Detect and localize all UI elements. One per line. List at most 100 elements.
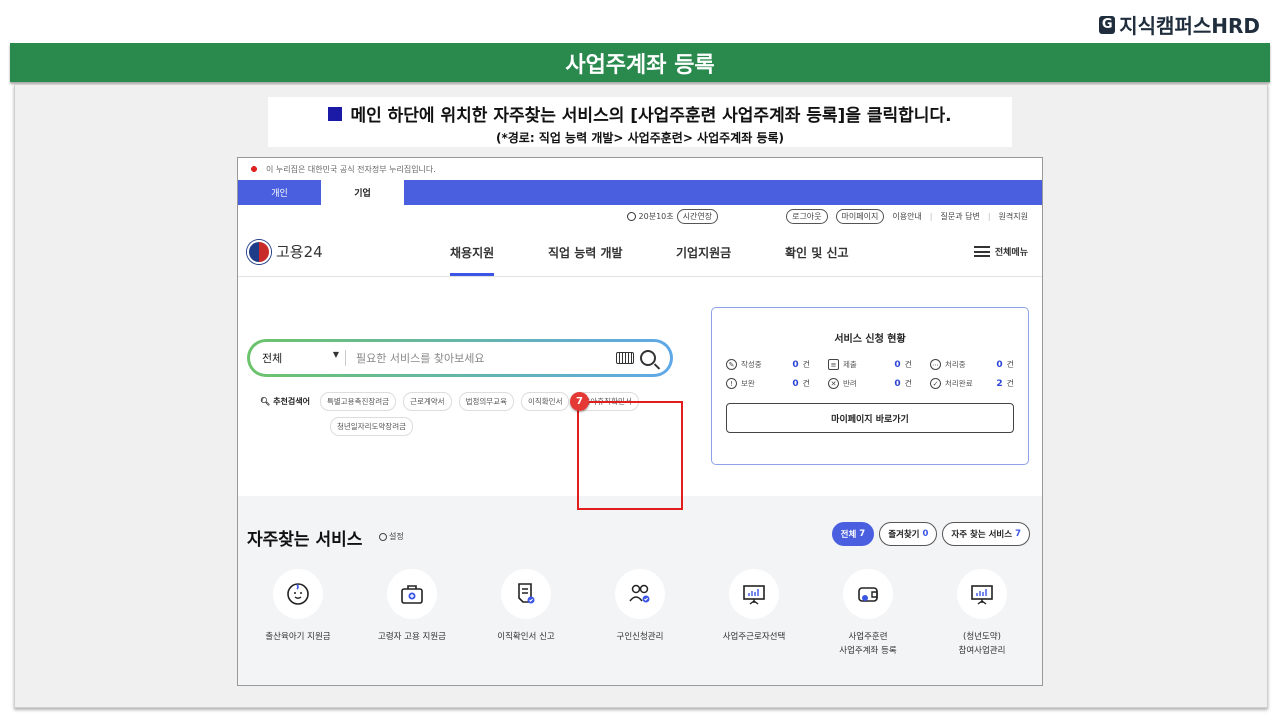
status-label: 처리중	[945, 360, 966, 369]
service-icon-wrap	[729, 569, 779, 619]
service-item-senior-employment[interactable]: 고령자 고용 지원금	[362, 569, 462, 645]
exclaim-icon: !	[726, 378, 737, 389]
status-label: 보완	[741, 379, 755, 388]
status-writing[interactable]: ✎ 작성중 0 건	[726, 359, 810, 370]
service-icon-wrap	[957, 569, 1007, 619]
caret-down-icon: ▼	[332, 350, 339, 359]
favorites-setting-button[interactable]: 설정	[379, 531, 404, 542]
service-icon-wrap	[843, 569, 893, 619]
all-menu-button[interactable]: 전체메뉴	[973, 245, 1028, 258]
filter-frequent-button[interactable]: 자주 찾는 서비스 7	[942, 522, 1030, 546]
step-number-badge: 7	[570, 392, 589, 411]
website-screenshot: 이 누리집은 대한민국 공식 전자정부 누리집입니다. 개인 기업 20분10초…	[237, 157, 1043, 686]
baby-icon	[287, 583, 309, 605]
filter-all-button[interactable]: 전체 7	[831, 522, 875, 546]
service-status-card: 서비스 신청 현황 ✎ 작성중 0 건 ≡ 제출 0 건 ⋯ 처리중 0 건 !	[711, 307, 1029, 465]
status-completed[interactable]: ✓ 처리완료 2 건	[930, 378, 1014, 389]
main-navigation: 고용24 채용지원 직업 능력 개발 기업지원금 확인 및 신고 전체메뉴	[238, 227, 1042, 277]
status-label: 처리완료	[945, 379, 973, 388]
service-item-childcare-subsidy[interactable]: 출산육아기 지원금	[248, 569, 348, 645]
favorites-title: 자주찾는 서비스	[247, 530, 363, 550]
service-item-employer-account-register[interactable]: 사업주훈련 사업주계좌 등록	[818, 569, 918, 658]
nav-item-subsidy[interactable]: 기업지원금	[676, 244, 731, 261]
tab-personal[interactable]: 개인	[238, 180, 321, 205]
filter-count: 7	[1015, 529, 1021, 539]
mypage-shortcut-button[interactable]: 마이페이지 바로가기	[726, 403, 1014, 433]
service-label: 출산육아기 지원금	[265, 632, 331, 642]
guide-link[interactable]: 이용안내	[892, 211, 921, 222]
filter-label: 자주 찾는 서비스	[951, 530, 1013, 540]
instruction-main: 메인 하단에 위치한 자주찾는 서비스의 [사업주훈련 사업주계좌 등록]을 클…	[268, 101, 1012, 126]
nav-item-report[interactable]: 확인 및 신고	[785, 244, 849, 261]
keyword-chip[interactable]: 청년일자리도약장려금	[330, 417, 413, 436]
utility-bar: 20분10초 시간연장 로그아웃 마이페이지 이용안내 | 질문과 답변 | 원…	[238, 205, 1042, 227]
presentation-chart-icon	[743, 585, 765, 605]
brand-mark-icon: G	[1099, 15, 1116, 34]
service-label: 사업주근로자선택	[722, 632, 786, 642]
extend-session-button[interactable]: 시간연장	[676, 208, 719, 224]
search-icon[interactable]	[640, 350, 656, 366]
search-bar: 전체 ▼ 필요한 서비스를 찾아보세요	[247, 339, 673, 377]
brand-logo: G 지식캠퍼스HRD	[1099, 10, 1260, 39]
presentation-chart-icon	[971, 585, 993, 605]
session-time: 20분10초	[638, 211, 674, 221]
service-icon-wrap	[501, 569, 551, 619]
status-supplement[interactable]: ! 보완 0 건	[726, 378, 810, 389]
status-label: 작성중	[741, 360, 762, 369]
taegeuk-logo-icon	[247, 239, 271, 264]
brand-name: 지식캠퍼스HRD	[1119, 14, 1260, 38]
service-label-line1: 사업주훈련	[848, 632, 888, 642]
recommend-label-text: 추천검색어	[273, 397, 310, 406]
remote-support-link[interactable]: 원격지원	[999, 211, 1028, 222]
bullet-square-icon	[328, 106, 343, 121]
document-check-icon	[518, 583, 535, 604]
filter-bookmark-button[interactable]: 즐겨찾기 0	[879, 522, 938, 546]
keyword-chip[interactable]: 법정의무교육	[458, 392, 514, 411]
recommended-keywords: 🔍︎ 추천검색어 특별고용촉진장려금 근로계약서 법정의무교육 이직확인서 육아…	[260, 392, 680, 436]
status-count: 0	[792, 359, 799, 370]
service-item-employer-worker-select[interactable]: 사업주근로자선택	[704, 569, 804, 645]
search-small-icon: 🔍︎	[260, 397, 271, 406]
keyword-chip[interactable]: 근로계약서	[403, 392, 452, 411]
status-label: 반려	[843, 379, 857, 388]
site-logo-text: 고용24	[276, 243, 323, 261]
site-logo[interactable]: 고용24	[247, 239, 323, 264]
nav-item-recruitment[interactable]: 채용지원	[450, 244, 495, 276]
nav-item-vocational-training[interactable]: 직업 능력 개발	[548, 244, 623, 261]
service-icon-wrap	[615, 569, 665, 619]
user-type-tabs: 개인 기업	[238, 180, 1042, 205]
people-check-icon	[629, 584, 650, 603]
status-processing[interactable]: ⋯ 처리중 0 건	[930, 359, 1014, 370]
keyword-chip[interactable]: 이직확인서	[520, 392, 570, 411]
all-menu-label: 전체메뉴	[994, 248, 1028, 258]
keyword-chip[interactable]: 특별고용촉진장려금	[319, 392, 397, 411]
service-item-youth-program[interactable]: (청년도약) 참여사업관리	[932, 569, 1032, 658]
wallet-icon	[858, 587, 878, 602]
briefcase-plus-icon	[401, 585, 423, 604]
korea-flag-icon	[248, 165, 260, 173]
filter-label: 전체	[840, 530, 857, 540]
clock-icon	[626, 211, 636, 221]
keyboard-icon[interactable]	[616, 352, 634, 364]
service-icon-wrap	[273, 569, 323, 619]
status-count: 0	[894, 378, 901, 389]
gov-notice-text: 이 누리집은 대한민국 공식 전자정부 누리집입니다.	[266, 164, 436, 174]
status-count: 0	[894, 359, 901, 370]
mypage-link[interactable]: 마이페이지	[835, 208, 885, 224]
instruction-box: 메인 하단에 위치한 자주찾는 서비스의 [사업주훈련 사업주계좌 등록]을 클…	[268, 97, 1012, 147]
logout-button[interactable]: 로그아웃	[786, 208, 828, 224]
service-label: 고령자 고용 지원금	[378, 632, 446, 642]
tab-enterprise[interactable]: 기업	[321, 180, 404, 205]
filter-count: 7	[859, 529, 866, 539]
status-title: 서비스 신청 현황	[834, 334, 906, 345]
search-scope-select[interactable]: 전체 ▼	[262, 350, 346, 366]
session-timer: 20분10초 시간연장	[626, 208, 719, 224]
status-submitted[interactable]: ≡ 제출 0 건	[828, 359, 912, 370]
service-item-separation-report[interactable]: 이직확인서 신고	[476, 569, 576, 645]
status-rejected[interactable]: ✕ 반려 0 건	[828, 378, 912, 389]
x-icon: ✕	[828, 378, 839, 389]
qna-link[interactable]: 질문과 답변	[941, 211, 980, 222]
search-input[interactable]: 필요한 서비스를 찾아보세요	[346, 350, 616, 366]
status-grid: ✎ 작성중 0 건 ≡ 제출 0 건 ⋯ 처리중 0 건 ! 보완 0 건 ✕ …	[712, 345, 1028, 389]
service-item-job-posting[interactable]: 구인신청관리	[590, 569, 690, 645]
